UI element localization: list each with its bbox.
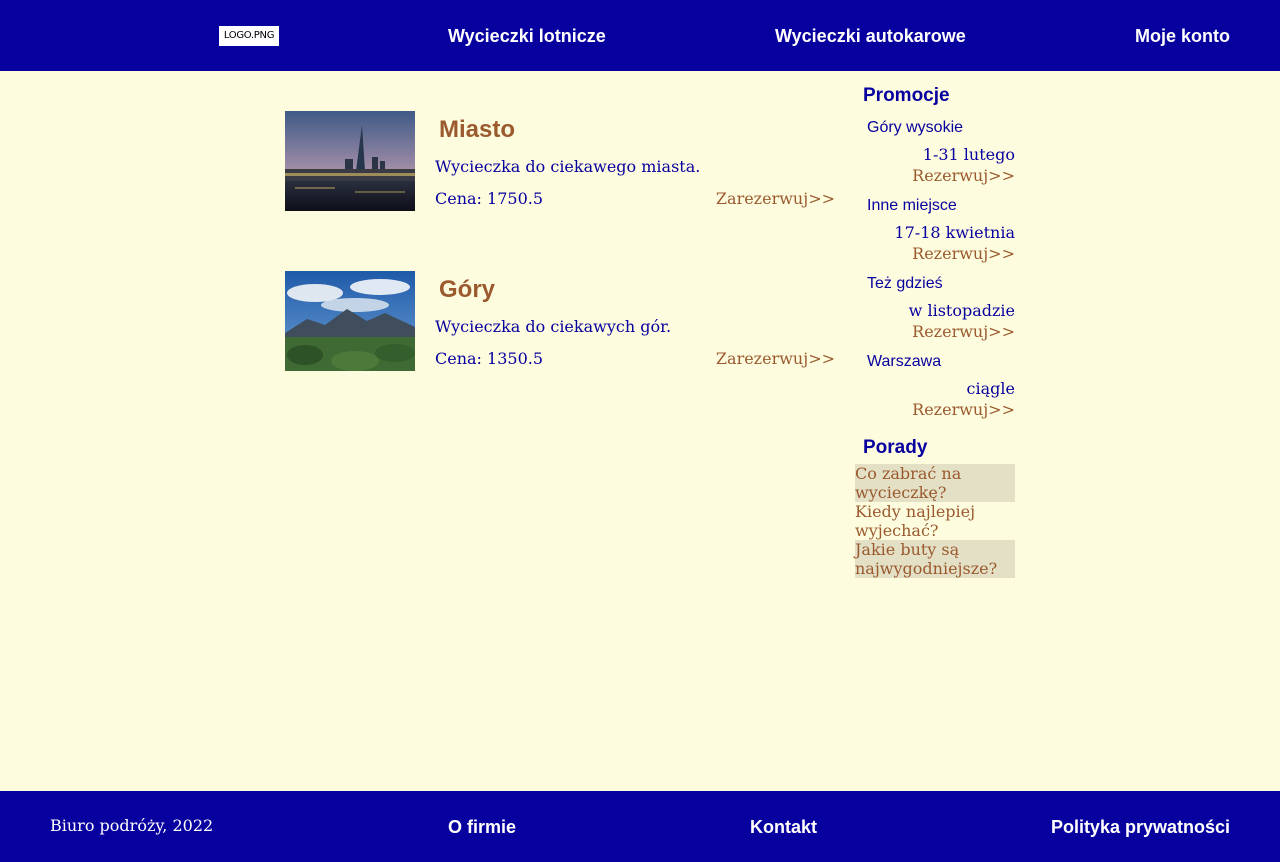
- tip-link[interactable]: Co zabrać na wycieczkę?: [855, 464, 1015, 502]
- footer-bar: Biuro podróży, 2022 O firmie Kontakt Pol…: [0, 791, 1280, 862]
- promo-date: w listopadzie: [908, 301, 1015, 320]
- nav-link-bus-trips[interactable]: Wycieczki autokarowe: [775, 24, 966, 48]
- promo-name: Warszawa: [867, 353, 942, 370]
- main-content: Miasto Wycieczka do ciekawego miasta. Ce…: [0, 71, 1280, 791]
- trip-price: Cena: 1350.5: [435, 349, 544, 368]
- trip-image-city[interactable]: [285, 111, 415, 211]
- promo-book-link[interactable]: Rezerwuj>>: [855, 321, 1015, 342]
- trip-title: Góry: [439, 276, 496, 303]
- nav-link-flight-trips[interactable]: Wycieczki lotnicze: [448, 24, 606, 48]
- promo-date: 17-18 kwietnia: [894, 223, 1015, 242]
- tip-link[interactable]: Jakie buty są najwygodniejsze?: [855, 540, 1015, 578]
- promo-date: ciągle: [966, 379, 1015, 398]
- promo-book-link[interactable]: Rezerwuj>>: [855, 243, 1015, 264]
- nav-link-my-account[interactable]: Moje konto: [1135, 24, 1230, 48]
- promo-item: Inne miejsce 17-18 kwietnia Rezerwuj>>: [855, 196, 1015, 264]
- tips-list: Co zabrać na wycieczkę? Kiedy najlepiej …: [855, 464, 1015, 578]
- promo-item: Też gdzieś w listopadzie Rezerwuj>>: [855, 274, 1015, 342]
- tip-link[interactable]: Kiedy najlepiej wyjechać?: [855, 502, 1015, 540]
- header-bar: LOGO.PNG Wycieczki lotnicze Wycieczki au…: [0, 0, 1280, 71]
- footer-link-contact[interactable]: Kontakt: [750, 815, 817, 839]
- promotions-heading: Promocje: [863, 85, 950, 106]
- sidebar: Promocje Góry wysokie 1-31 lutego Rezerw…: [855, 84, 1015, 578]
- tips-heading: Porady: [863, 437, 928, 458]
- copyright-text: Biuro podróży, 2022: [50, 816, 214, 835]
- trip-description: Wycieczka do ciekawych gór.: [435, 317, 672, 336]
- trip-description: Wycieczka do ciekawego miasta.: [435, 157, 701, 176]
- book-trip-link[interactable]: Zarezerwuj>>: [716, 188, 835, 210]
- trip-card: Góry Wycieczka do ciekawych gór. Cena: 1…: [285, 271, 835, 371]
- promo-item: Warszawa ciągle Rezerwuj>>: [855, 352, 1015, 420]
- promo-item: Góry wysokie 1-31 lutego Rezerwuj>>: [855, 118, 1015, 186]
- footer-link-privacy[interactable]: Polityka prywatności: [1051, 815, 1230, 839]
- trip-card: Miasto Wycieczka do ciekawego miasta. Ce…: [285, 111, 835, 211]
- trip-image-mountains[interactable]: [285, 271, 415, 371]
- trip-price: Cena: 1750.5: [435, 189, 544, 208]
- promo-date: 1-31 lutego: [922, 145, 1015, 164]
- book-trip-link[interactable]: Zarezerwuj>>: [716, 348, 835, 370]
- logo[interactable]: LOGO.PNG: [219, 26, 279, 46]
- promo-name: Góry wysokie: [867, 119, 964, 136]
- promo-book-link[interactable]: Rezerwuj>>: [855, 165, 1015, 186]
- promo-book-link[interactable]: Rezerwuj>>: [855, 399, 1015, 420]
- promo-name: Inne miejsce: [867, 197, 957, 214]
- footer-link-about[interactable]: O firmie: [448, 815, 516, 839]
- trip-title: Miasto: [439, 116, 516, 143]
- promo-name: Też gdzieś: [867, 275, 943, 292]
